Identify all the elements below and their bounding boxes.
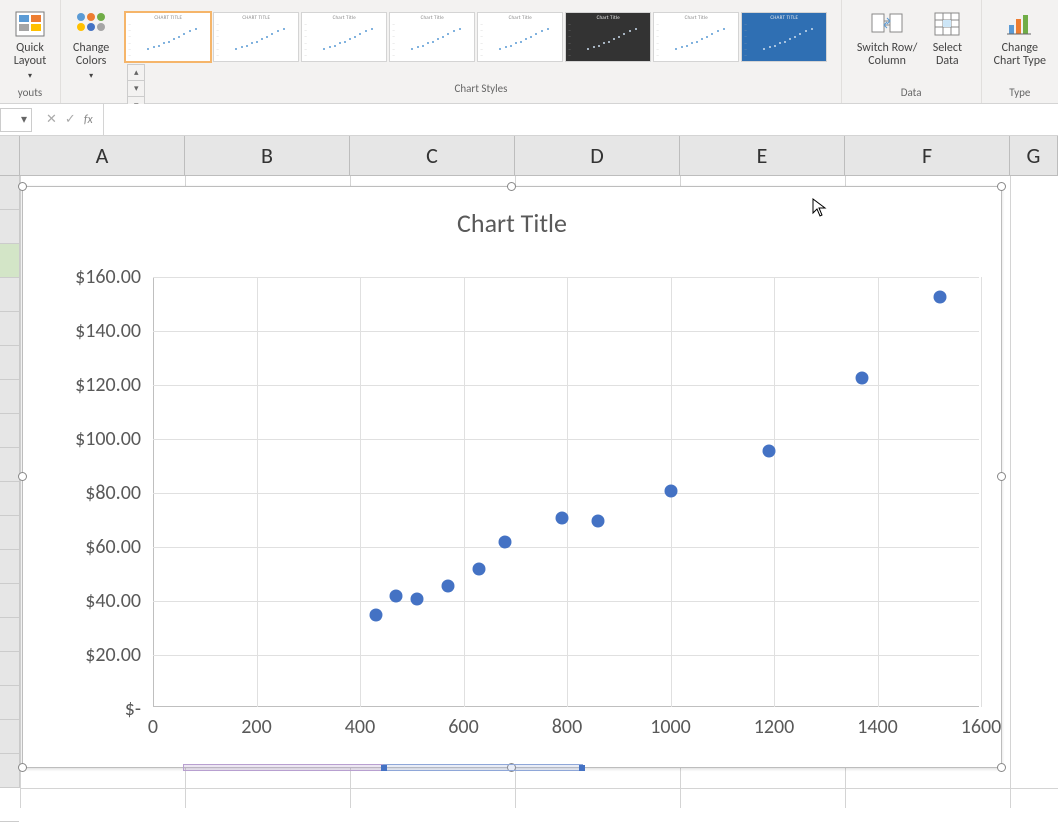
column-header[interactable]: B <box>185 136 350 175</box>
change-colors-button[interactable]: Change Colors ▾ <box>67 6 115 85</box>
resize-handle[interactable] <box>997 182 1006 191</box>
type-group-label: Type <box>1009 86 1030 103</box>
change-colors-icon <box>73 8 109 40</box>
quick-layout-label: Quick Layout <box>14 42 47 68</box>
data-point[interactable] <box>555 512 568 525</box>
name-box-dropdown-icon: ▾ <box>21 112 27 127</box>
formula-bar: ▾ ✕ ✓ fx <box>0 104 1058 136</box>
data-range-highlight <box>383 764 583 771</box>
chart-style-thumb[interactable]: Chart Title—————— <box>389 12 475 62</box>
chart-style-thumb[interactable]: CHART TITLE—————— <box>741 12 827 62</box>
x-axis-line <box>153 706 979 707</box>
data-point[interactable] <box>664 485 677 498</box>
data-group-label: Data <box>901 86 922 103</box>
change-chart-type-button[interactable]: Change Chart Type <box>988 6 1052 70</box>
x-tick-label: 800 <box>552 715 582 739</box>
chart-styles-gallery: CHART TITLE——————CHART TITLE——————Chart … <box>121 0 841 103</box>
data-point[interactable] <box>410 593 423 606</box>
y-tick-label: $160.00 <box>31 265 141 289</box>
cancel-icon[interactable]: ✕ <box>46 112 57 127</box>
ribbon: Quick Layout ▾ youts Change Colors ▾ CHA… <box>0 0 1058 104</box>
change-chart-type-label: Change Chart Type <box>994 42 1046 68</box>
enter-icon[interactable]: ✓ <box>65 112 76 127</box>
chart-style-thumb[interactable]: Chart Title—————— <box>565 12 651 62</box>
quick-layout-button[interactable]: Quick Layout ▾ <box>6 6 54 85</box>
chart-style-thumb[interactable]: Chart Title—————— <box>301 12 387 62</box>
plot-area[interactable]: 02004006008001000120014001600$-$20.00$40… <box>153 277 979 707</box>
x-tick-label: 1400 <box>857 715 898 739</box>
fx-icon[interactable]: fx <box>84 113 93 127</box>
x-tick-label: 1600 <box>961 715 1002 739</box>
chart-styles-group-label: Chart Styles <box>121 82 840 99</box>
gallery-up-icon[interactable]: ▴ <box>128 65 144 81</box>
y-tick-label: $100.00 <box>31 427 141 451</box>
select-data-button[interactable]: Select Data <box>923 6 971 70</box>
data-point[interactable] <box>473 563 486 576</box>
y-tick-label: $60.00 <box>31 535 141 559</box>
layouts-group-label: youts <box>18 86 42 103</box>
chart-object[interactable]: Chart Title 0200400600800100012001400160… <box>22 186 1002 768</box>
chart-style-thumb[interactable]: Chart Title—————— <box>477 12 563 62</box>
resize-handle[interactable] <box>997 763 1006 772</box>
y-tick-label: $80.00 <box>31 481 141 505</box>
x-tick-label: 0 <box>148 715 158 739</box>
quick-layout-icon <box>12 8 48 40</box>
data-point[interactable] <box>762 444 775 457</box>
chart-style-thumb[interactable]: CHART TITLE—————— <box>213 12 299 62</box>
data-range-highlight <box>183 764 383 771</box>
column-header[interactable]: A <box>20 136 185 175</box>
change-colors-label: Change Colors <box>73 42 109 68</box>
data-point[interactable] <box>441 579 454 592</box>
select-data-icon <box>929 8 965 40</box>
row-headers[interactable] <box>0 176 20 788</box>
chart-style-thumb[interactable]: CHART TITLE—————— <box>125 12 211 62</box>
name-box[interactable]: ▾ <box>0 108 32 132</box>
data-point[interactable] <box>855 371 868 384</box>
formula-input[interactable] <box>103 104 1058 135</box>
data-point[interactable] <box>498 536 511 549</box>
x-tick-label: 1000 <box>650 715 691 739</box>
worksheet-area[interactable]: Chart Title 0200400600800100012001400160… <box>0 176 1058 808</box>
column-header[interactable]: G <box>1010 136 1058 175</box>
switch-row-col-icon <box>869 8 905 40</box>
x-tick-label: 200 <box>241 715 271 739</box>
data-point[interactable] <box>933 290 946 303</box>
x-tick-label: 600 <box>448 715 478 739</box>
x-tick-label: 400 <box>345 715 375 739</box>
sheet-row <box>20 788 1058 808</box>
range-handle[interactable] <box>381 765 387 771</box>
column-header[interactable]: F <box>845 136 1010 175</box>
switch-row-col-label: Switch Row/ Column <box>857 42 917 68</box>
data-point[interactable] <box>390 590 403 603</box>
column-header[interactable]: E <box>680 136 845 175</box>
chart-title[interactable]: Chart Title <box>23 187 1001 239</box>
column-header[interactable]: D <box>515 136 680 175</box>
y-tick-label: $40.00 <box>31 589 141 613</box>
y-tick-label: $140.00 <box>31 319 141 343</box>
chart-style-thumb[interactable]: Chart Title—————— <box>653 12 739 62</box>
resize-handle[interactable] <box>507 182 516 191</box>
switch-row-column-button[interactable]: Switch Row/ Column <box>851 6 923 70</box>
resize-handle[interactable] <box>18 763 27 772</box>
y-tick-label: $20.00 <box>31 643 141 667</box>
column-header[interactable]: C <box>350 136 515 175</box>
resize-handle[interactable] <box>18 472 27 481</box>
range-handle[interactable] <box>579 765 585 771</box>
data-point[interactable] <box>592 514 605 527</box>
select-all-corner[interactable] <box>0 136 20 175</box>
x-tick-label: 1200 <box>754 715 795 739</box>
column-headers: ABCDEFG <box>0 136 1058 176</box>
data-point[interactable] <box>369 609 382 622</box>
y-axis-line <box>153 277 154 707</box>
y-tick-label: $- <box>31 697 141 721</box>
select-data-label: Select Data <box>933 42 962 68</box>
resize-handle[interactable] <box>997 472 1006 481</box>
change-chart-type-icon <box>1002 8 1038 40</box>
resize-handle[interactable] <box>18 182 27 191</box>
y-tick-label: $120.00 <box>31 373 141 397</box>
